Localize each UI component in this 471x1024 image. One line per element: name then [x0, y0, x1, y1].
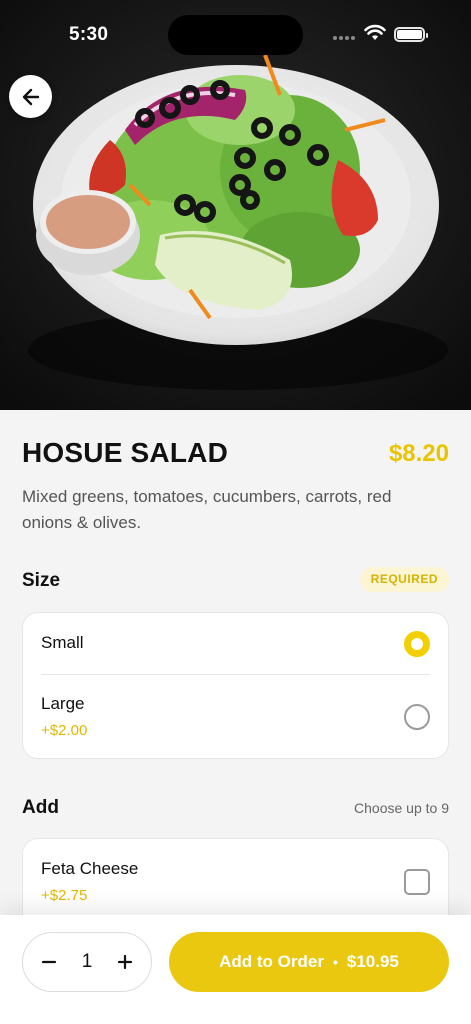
- size-section-title: Size: [22, 570, 61, 591]
- add-to-order-label: Add to Order: [219, 952, 324, 971]
- quantity-stepper: 1: [22, 932, 152, 992]
- arrow-left-icon: [22, 88, 39, 105]
- size-option-large[interactable]: Large +$2.00: [23, 694, 448, 739]
- order-total: $10.95: [346, 952, 399, 971]
- bottom-bar: 1 Add to Order • $10.95: [0, 915, 471, 1024]
- back-button[interactable]: [9, 75, 52, 118]
- item-description: Mixed greens, tomatoes, cucumbers, carro…: [22, 487, 392, 532]
- checkbox-feta-cheese[interactable]: [404, 869, 430, 895]
- minus-icon[interactable]: [41, 954, 57, 970]
- item-name: HOSUE SALAD: [22, 437, 228, 468]
- status-bar: 5:30: [0, 0, 471, 70]
- option-price: +$2.75: [41, 887, 88, 904]
- option-label: Small: [41, 633, 84, 652]
- dynamic-island: [168, 15, 303, 55]
- signal-icon: [333, 36, 355, 40]
- hero-image: 5:30: [0, 0, 471, 410]
- status-time: 5:30: [69, 24, 109, 45]
- add-section-title: Add: [22, 797, 59, 818]
- battery-icon: [394, 27, 428, 42]
- separator-dot: •: [332, 954, 338, 970]
- item-details: HOSUE SALAD $8.20 Mixed greens, tomatoes…: [0, 410, 471, 958]
- option-price: +$2.00: [41, 722, 88, 739]
- radio-large[interactable]: [404, 704, 430, 730]
- add-section-hint: Choose up to 9: [354, 800, 449, 816]
- radio-small-selected[interactable]: [404, 631, 430, 657]
- required-badge: REQUIRED: [359, 567, 449, 592]
- add-to-order-button[interactable]: Add to Order • $10.95: [169, 932, 449, 992]
- plus-icon[interactable]: [117, 954, 133, 970]
- option-label: Large: [41, 694, 85, 713]
- add-option-feta-cheese[interactable]: Feta Cheese +$2.75: [23, 859, 448, 904]
- wifi-icon: [364, 24, 386, 40]
- quantity-value: 1: [81, 951, 93, 972]
- divider: [41, 674, 430, 675]
- item-price: $8.20: [388, 440, 449, 467]
- option-label: Feta Cheese: [41, 859, 139, 878]
- size-options-card: Small Large +$2.00: [22, 612, 449, 759]
- size-option-small[interactable]: Small: [23, 633, 448, 653]
